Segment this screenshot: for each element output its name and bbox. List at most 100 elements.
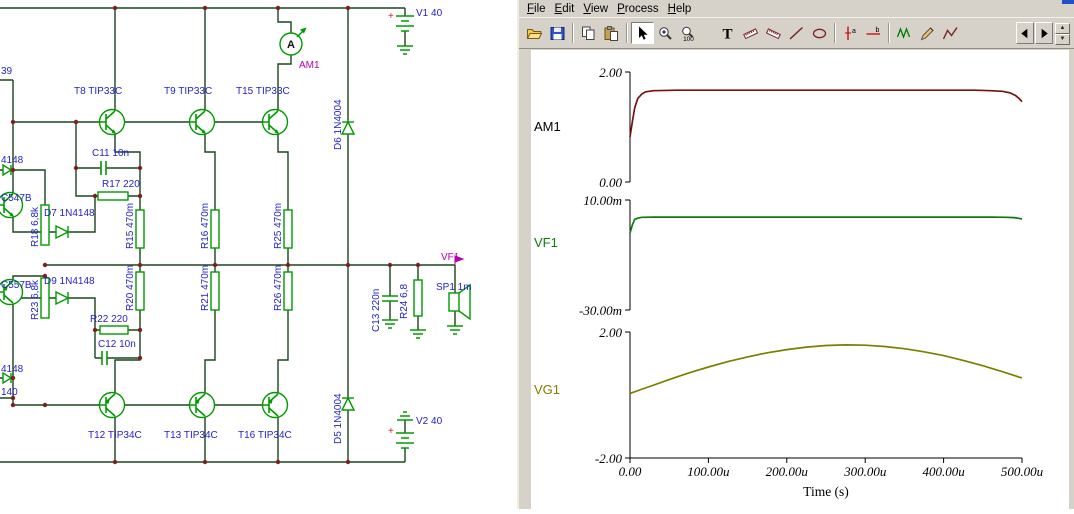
component-label: C557B	[1, 280, 32, 291]
component-label: R16 470m	[200, 203, 211, 249]
toolbar-separator	[572, 23, 574, 43]
spinner-up-button[interactable]: ▲	[1055, 23, 1070, 34]
component-label: C547B	[1, 193, 32, 204]
am1-curve	[629, 89, 1023, 138]
ruler-a-button[interactable]	[739, 22, 762, 44]
component-label: C11 10n	[92, 148, 129, 159]
ellipse-tool-icon	[812, 28, 827, 38]
component-label: D6 1N4004	[333, 99, 344, 150]
arrow-left-icon	[1021, 28, 1028, 38]
cursor-b-button[interactable]: b	[862, 22, 885, 44]
schematic-labels: V1 40 + AM1 A T8 TIP33C T9 TIP33C T15 TIP33C D6…	[1, 8, 472, 444]
polyline-tool-icon	[942, 26, 958, 39]
component-label: T8 TIP33C	[74, 86, 122, 97]
signal-label-vf1: VF1	[534, 235, 558, 250]
zoom-100-button[interactable]: 100	[677, 22, 700, 44]
component-label: +	[388, 426, 394, 437]
x-axis-tick-label: 0.00	[619, 464, 642, 479]
toolbar-main: 100 Ta b	[523, 22, 962, 44]
waveform-plot-area[interactable]: 2.000.00AM110.00m-30.00mVF12.00-2.00VG10…	[531, 50, 1071, 509]
svg-text:a: a	[852, 28, 856, 35]
toolbar: 100 Ta b ▲ ▼	[519, 17, 1074, 49]
component-label: SP1 1m	[436, 282, 472, 293]
component-label: V2 40	[416, 416, 443, 427]
signal-label-vg1: VG1	[534, 382, 560, 397]
component-label: AM1	[299, 60, 320, 71]
cursor-b-icon: b	[866, 27, 880, 35]
toolbar-spinner: ▲ ▼	[1055, 23, 1070, 45]
spinner-down-button[interactable]: ▼	[1055, 34, 1070, 45]
pen-tool-button[interactable]	[916, 22, 939, 44]
text-tool-icon: T	[722, 26, 732, 42]
polyline-tool-button[interactable]	[939, 22, 962, 44]
schematic-canvas[interactable]: V1 40 + AM1 A T8 TIP33C T9 TIP33C T15 TIP33C D6…	[0, 0, 517, 509]
toolbar-separator	[834, 23, 836, 43]
ruler-a-icon	[743, 27, 759, 39]
component-label: 4148	[1, 155, 24, 166]
component-label: 4148	[1, 364, 24, 375]
ruler-b-icon	[765, 27, 781, 39]
menu-item-help[interactable]: Help	[668, 2, 701, 16]
toolbar-right-buttons	[1015, 22, 1053, 44]
vg1-curve	[629, 344, 1023, 395]
menu-item-edit[interactable]: Edit	[555, 2, 584, 16]
menu-item-view[interactable]: View	[583, 2, 617, 16]
y-axis-min-label: -30.00m	[579, 303, 622, 318]
component-label: T13 TIP34C	[164, 430, 218, 441]
line-tool-icon	[789, 26, 804, 40]
save-icon	[550, 26, 565, 40]
component-label: R26 470m	[273, 265, 284, 311]
menu-item-file[interactable]: File	[527, 2, 555, 16]
x-axis-tick-label: 500.00u	[1001, 464, 1044, 479]
pen-tool-icon	[920, 26, 934, 40]
zoom-in-button[interactable]	[654, 22, 677, 44]
component-label: T16 TIP34C	[238, 430, 292, 441]
y-axis-max-label: 2.00	[599, 325, 622, 340]
y-axis-max-label: 2.00	[599, 65, 622, 80]
component-label: R18 6,8k	[30, 206, 41, 247]
diagram-window: File Edit View Process Help 100 Ta b ▲ ▼ 2.00 0…	[517, 0, 1074, 509]
copy-button[interactable]	[577, 22, 600, 44]
component-label: A	[287, 39, 295, 51]
open-button[interactable]	[523, 22, 546, 44]
menu-bar: File Edit View Process Help	[519, 0, 1074, 17]
component-label: T12 TIP34C	[88, 430, 142, 441]
x-axis-tick-label: 400.00u	[922, 464, 965, 479]
copy-icon	[582, 26, 595, 40]
paste-button[interactable]	[600, 22, 623, 44]
save-button[interactable]	[546, 22, 569, 44]
text-tool-button[interactable]: T	[716, 22, 739, 44]
ruler-b-button[interactable]	[762, 22, 785, 44]
component-label: R23 6,8k	[30, 279, 41, 320]
component-label: VF1	[441, 252, 460, 263]
component-label: R21 470m	[200, 265, 211, 311]
arrow-right-button[interactable]	[1035, 22, 1053, 44]
y-axis-min-label: 0.00	[599, 175, 622, 190]
menu-item-process[interactable]: Process	[617, 2, 668, 16]
zoom-in-icon	[659, 26, 672, 40]
paste-icon	[604, 25, 618, 41]
arrow-left-button[interactable]	[1016, 22, 1034, 44]
vf1-curve	[629, 216, 1023, 234]
cursor-a-button[interactable]: a	[839, 22, 862, 44]
plot-client-area: 2.00 0.00 AM1 10.00m -30.00m VF1 2.00 -2.00 VG1 0…	[531, 50, 1069, 509]
component-label: R25 470m	[273, 203, 284, 249]
component-label: 39	[1, 66, 13, 77]
signal-tool-button[interactable]	[893, 22, 916, 44]
ellipse-tool-button[interactable]	[808, 22, 831, 44]
line-tool-button[interactable]	[785, 22, 808, 44]
component-label: T15 TIP33C	[236, 86, 290, 97]
toolbar-gap	[700, 33, 716, 34]
component-label: D9 1N4148	[44, 276, 95, 287]
component-label: V1 40	[416, 8, 443, 19]
component-label: R22 220	[90, 314, 128, 325]
svg-text:T: T	[722, 26, 732, 42]
toolbar-separator	[888, 23, 890, 43]
y-axis-max-label: 10.00m	[583, 193, 622, 208]
svg-text:b: b	[876, 27, 880, 34]
toolbar-separator	[626, 23, 628, 43]
titlebar-sliver	[1062, 0, 1074, 4]
component-label: D7 1N4148	[44, 208, 95, 219]
component-label: R15 470m	[125, 203, 136, 249]
cursor-button[interactable]	[631, 22, 654, 44]
